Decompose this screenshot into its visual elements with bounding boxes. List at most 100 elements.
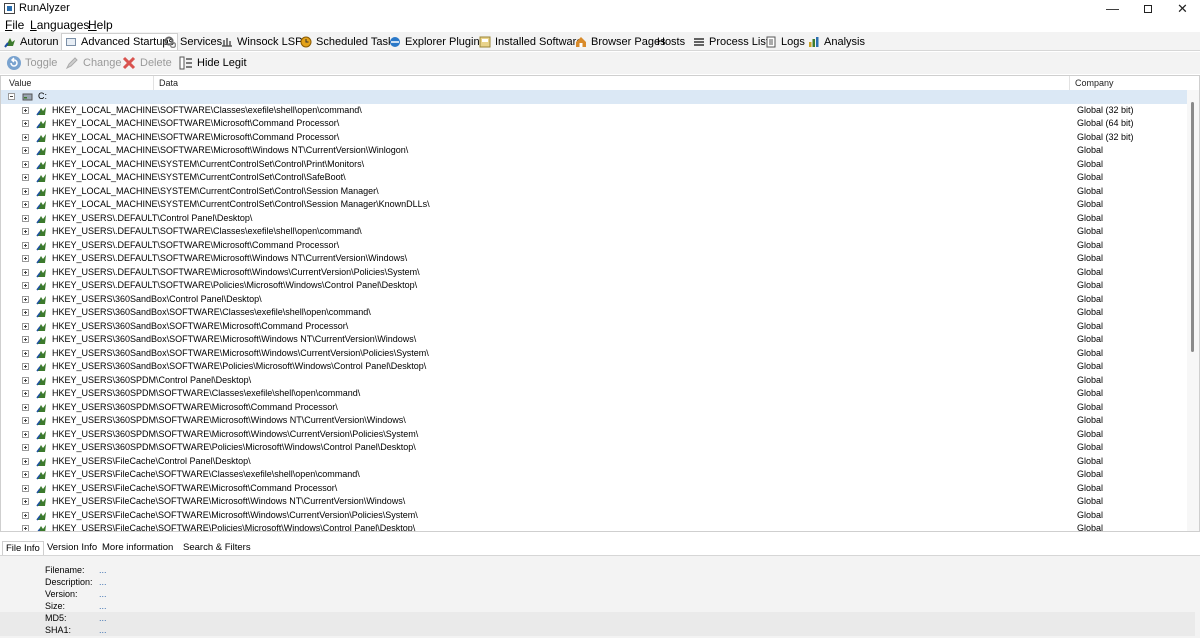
table-row[interactable]: HKEY_USERS\360SPDM\SOFTWARE\Microsoft\Co…	[1, 401, 1187, 415]
expand-icon[interactable]	[22, 444, 29, 451]
expand-icon[interactable]	[22, 484, 29, 492]
expand-icon[interactable]	[22, 403, 29, 411]
tab-logs[interactable]: Logs	[765, 33, 805, 50]
registry-key-icon	[36, 417, 46, 426]
tab-browser-pages[interactable]: Browser Pages	[575, 33, 666, 50]
tab-installed-software[interactable]: Installed Software	[479, 33, 582, 50]
toggle-button[interactable]: Toggle	[6, 54, 57, 72]
table-row[interactable]: HKEY_USERS\.DEFAULT\SOFTWARE\Microsoft\W…	[1, 266, 1187, 280]
menu-file[interactable]: File	[5, 18, 24, 32]
table-row[interactable]: HKEY_LOCAL_MACHINE\SYSTEM\CurrentControl…	[1, 158, 1187, 172]
expand-icon[interactable]	[22, 295, 29, 303]
tab-analysis[interactable]: Analysis	[808, 33, 865, 50]
registry-path: HKEY_USERS\360SandBox\SOFTWARE\Microsoft…	[52, 320, 349, 331]
column-header-value[interactable]: Value	[4, 76, 154, 90]
tab-file-info[interactable]: File Info	[2, 541, 44, 555]
tab-more-information[interactable]: More information	[99, 541, 176, 554]
column-header-data[interactable]: Data	[154, 76, 1070, 90]
table-row[interactable]: HKEY_USERS\.DEFAULT\SOFTWARE\Microsoft\C…	[1, 239, 1187, 253]
expand-icon[interactable]	[22, 349, 29, 357]
tab-search-filters[interactable]: Search & Filters	[180, 541, 254, 554]
expand-icon[interactable]	[22, 187, 29, 195]
expand-icon[interactable]	[22, 471, 29, 478]
table-row[interactable]: HKEY_LOCAL_MACHINE\SOFTWARE\Microsoft\Co…	[1, 131, 1187, 145]
expand-icon[interactable]	[22, 241, 29, 249]
table-row[interactable]: HKEY_LOCAL_MACHINE\SYSTEM\CurrentControl…	[1, 185, 1187, 199]
tab-process-list[interactable]: Process List	[693, 33, 769, 50]
table-row[interactable]: HKEY_USERS\FileCache\SOFTWARE\Microsoft\…	[1, 482, 1187, 496]
tab-winsock-lsps[interactable]: Winsock LSPs	[221, 33, 308, 50]
expand-icon[interactable]	[22, 160, 29, 168]
expand-icon[interactable]	[22, 120, 29, 127]
table-row[interactable]: HKEY_USERS\.DEFAULT\Control Panel\Deskto…	[1, 212, 1187, 226]
startup-entries-list[interactable]: Value Data Company C: HKEY_LOCAL_MACHINE…	[0, 75, 1200, 532]
table-row[interactable]: HKEY_USERS\.DEFAULT\SOFTWARE\Microsoft\W…	[1, 252, 1187, 266]
expand-icon[interactable]	[22, 309, 29, 316]
table-row[interactable]: HKEY_LOCAL_MACHINE\SOFTWARE\Classes\exef…	[1, 104, 1187, 118]
table-row[interactable]: HKEY_USERS\360SandBox\SOFTWARE\Policies\…	[1, 360, 1187, 374]
expand-icon[interactable]	[22, 268, 29, 276]
expand-icon[interactable]	[22, 147, 29, 154]
expand-icon[interactable]	[22, 228, 29, 235]
tab-advanced-startups[interactable]: Advanced Startups	[61, 33, 178, 50]
table-row[interactable]: HKEY_USERS\FileCache\Control Panel\Deskt…	[1, 455, 1187, 469]
expand-icon[interactable]	[22, 174, 29, 181]
table-row[interactable]: HKEY_USERS\360SandBox\SOFTWARE\Microsoft…	[1, 347, 1187, 361]
hide-legit-button[interactable]: Hide Legit	[178, 54, 247, 72]
table-row[interactable]: HKEY_USERS\360SPDM\SOFTWARE\Classes\exef…	[1, 387, 1187, 401]
table-row[interactable]: HKEY_USERS\360SPDM\SOFTWARE\Policies\Mic…	[1, 441, 1187, 455]
delete-button[interactable]: Delete	[121, 54, 172, 72]
table-row[interactable]: HKEY_USERS\FileCache\SOFTWARE\Classes\ex…	[1, 468, 1187, 482]
table-row[interactable]: HKEY_USERS\360SandBox\Control Panel\Desk…	[1, 293, 1187, 307]
tab-hosts[interactable]: Hosts	[657, 33, 685, 50]
table-row[interactable]: HKEY_LOCAL_MACHINE\SOFTWARE\Microsoft\Wi…	[1, 144, 1187, 158]
expand-icon[interactable]	[22, 390, 29, 397]
expand-icon[interactable]	[22, 525, 29, 531]
table-row[interactable]: HKEY_USERS\FileCache\SOFTWARE\Microsoft\…	[1, 509, 1187, 523]
expand-icon[interactable]	[22, 255, 29, 262]
menu-languages[interactable]: Languages	[30, 18, 89, 32]
table-row[interactable]: HKEY_USERS\360SandBox\SOFTWARE\Microsoft…	[1, 320, 1187, 334]
table-row[interactable]: HKEY_USERS\360SPDM\SOFTWARE\Microsoft\Wi…	[1, 428, 1187, 442]
table-row[interactable]: HKEY_LOCAL_MACHINE\SOFTWARE\Microsoft\Co…	[1, 117, 1187, 131]
expand-icon[interactable]	[22, 498, 29, 505]
column-header-company[interactable]: Company	[1070, 76, 1187, 90]
table-row[interactable]: HKEY_USERS\FileCache\SOFTWARE\Policies\M…	[1, 522, 1187, 531]
vertical-scrollbar[interactable]	[1187, 90, 1199, 531]
table-row[interactable]: HKEY_USERS\360SPDM\Control Panel\Desktop…	[1, 374, 1187, 388]
table-row[interactable]: HKEY_USERS\.DEFAULT\SOFTWARE\Classes\exe…	[1, 225, 1187, 239]
close-button[interactable]: ✕	[1160, 0, 1200, 17]
expand-icon[interactable]	[22, 282, 29, 289]
menu-help[interactable]: Help	[88, 18, 113, 32]
tab-services[interactable]: Services	[164, 33, 222, 50]
expand-icon[interactable]	[22, 417, 29, 424]
expand-icon[interactable]	[22, 214, 29, 222]
expand-icon[interactable]	[22, 457, 29, 465]
tab-autorun[interactable]: Autorun	[4, 33, 59, 50]
change-button[interactable]: Change	[64, 54, 122, 72]
expand-icon[interactable]	[22, 322, 29, 330]
table-row[interactable]: HKEY_LOCAL_MACHINE\SYSTEM\CurrentControl…	[1, 171, 1187, 185]
expand-icon[interactable]	[22, 133, 29, 141]
expand-icon[interactable]	[22, 201, 29, 208]
company-value: Global	[1077, 293, 1104, 304]
expand-icon[interactable]	[22, 106, 29, 114]
table-row[interactable]: HKEY_LOCAL_MACHINE\SYSTEM\CurrentControl…	[1, 198, 1187, 212]
expand-icon[interactable]	[22, 336, 29, 343]
scrollbar-thumb[interactable]	[1191, 102, 1194, 352]
tab-scheduled-tasks[interactable]: Scheduled Tasks	[300, 33, 399, 50]
drive-group-row[interactable]: C:	[1, 90, 1187, 104]
table-row[interactable]: HKEY_USERS\360SandBox\SOFTWARE\Classes\e…	[1, 306, 1187, 320]
table-row[interactable]: HKEY_USERS\360SandBox\SOFTWARE\Microsoft…	[1, 333, 1187, 347]
collapse-icon[interactable]	[8, 93, 15, 100]
registry-key-icon	[36, 120, 46, 129]
expand-icon[interactable]	[22, 430, 29, 438]
tab-explorer-plugins[interactable]: Explorer Plugins	[389, 33, 485, 50]
expand-icon[interactable]	[22, 511, 29, 519]
expand-icon[interactable]	[22, 376, 29, 384]
expand-icon[interactable]	[22, 363, 29, 370]
table-row[interactable]: HKEY_USERS\.DEFAULT\SOFTWARE\Policies\Mi…	[1, 279, 1187, 293]
table-row[interactable]: HKEY_USERS\FileCache\SOFTWARE\Microsoft\…	[1, 495, 1187, 509]
table-row[interactable]: HKEY_USERS\360SPDM\SOFTWARE\Microsoft\Wi…	[1, 414, 1187, 428]
tab-version-info[interactable]: Version Info	[44, 541, 100, 554]
